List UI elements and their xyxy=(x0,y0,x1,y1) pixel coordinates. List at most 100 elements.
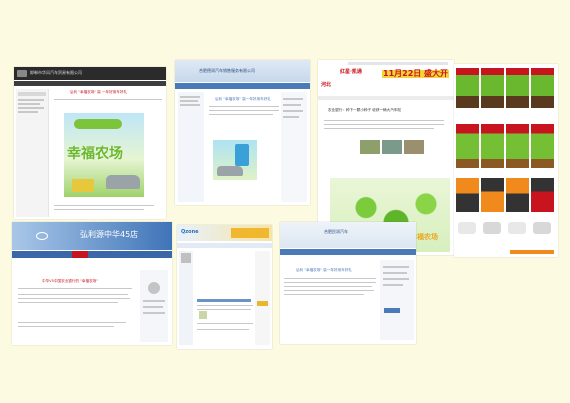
sidebar-line[interactable] xyxy=(283,98,303,100)
screenshot-qzone-page: Qzone xyxy=(177,225,272,349)
dealer-name: 弘利源中华45店 xyxy=(80,230,139,239)
app-screen xyxy=(481,68,504,108)
brand-logo xyxy=(36,232,48,240)
sidebar-line[interactable] xyxy=(18,99,44,101)
sidebar-line[interactable] xyxy=(283,104,301,106)
article-text xyxy=(324,124,444,125)
app-screen xyxy=(456,68,479,108)
article-text xyxy=(284,278,376,279)
article-text xyxy=(284,282,376,283)
sidebar-line[interactable] xyxy=(180,96,200,98)
thumbnail[interactable] xyxy=(382,140,402,154)
sidebar xyxy=(179,251,193,345)
thumbnail[interactable] xyxy=(404,140,424,154)
article-text xyxy=(284,286,372,287)
post-text xyxy=(197,329,249,330)
sidebar-line[interactable] xyxy=(18,107,44,109)
article-text xyxy=(18,298,130,299)
article-text xyxy=(284,294,364,295)
sidebar-line[interactable] xyxy=(18,103,40,105)
article-text xyxy=(18,326,114,327)
sidebar-line[interactable] xyxy=(18,111,38,113)
sidebar-line[interactable] xyxy=(143,306,163,308)
sidebar-line[interactable] xyxy=(180,104,200,106)
screenshot-dealer-site-3: 弘利源中华45店 中华V5中国农业银行的 "幸福农场" xyxy=(12,222,172,345)
card-image xyxy=(72,179,94,192)
nav-bar[interactable] xyxy=(280,249,416,255)
qzone-logo: Qzone xyxy=(181,229,199,235)
app-screen xyxy=(456,124,479,168)
nav-bar[interactable] xyxy=(175,83,310,89)
nav-bar[interactable] xyxy=(177,243,272,248)
promo-banner xyxy=(506,178,529,212)
article-text xyxy=(209,106,279,107)
brand-logo: 红星·凯通 xyxy=(340,69,362,75)
app-screen xyxy=(531,68,554,108)
sidebar-line[interactable] xyxy=(383,272,407,274)
screenshot-dealer-site-1: 邯郸市华风汽车贸易有限公司 弘利 "幸福农场" 赢 一年好用车好礼 幸福农场 xyxy=(14,67,166,219)
app-screen xyxy=(481,124,504,168)
post-image xyxy=(199,311,207,319)
article-text xyxy=(18,302,118,303)
app-screen xyxy=(506,68,529,108)
article-text xyxy=(324,120,444,121)
car-image xyxy=(106,175,140,189)
car-image xyxy=(217,166,243,176)
site-name: 邯郸市华风汽车贸易有限公司 xyxy=(30,70,82,75)
screenshot-mobile-app-grid xyxy=(454,64,558,257)
post-text xyxy=(197,309,251,310)
car-image xyxy=(508,222,526,234)
article-text xyxy=(18,322,126,323)
sidebar-line[interactable] xyxy=(180,100,198,102)
sidebar-line[interactable] xyxy=(383,284,403,286)
article-text xyxy=(54,209,144,210)
article-headline: 农业银行：种下一颗小种子 收获一辆大汽车啦 xyxy=(328,108,402,112)
app-screen xyxy=(506,124,529,168)
post-title-bar xyxy=(197,299,251,302)
sidebar-line[interactable] xyxy=(143,300,165,302)
promo-banner xyxy=(531,178,554,212)
banner-title: 幸福农场 xyxy=(67,146,123,162)
nav-bar[interactable] xyxy=(12,251,172,258)
nav-bar[interactable] xyxy=(14,81,166,86)
article-headline: 弘利 "幸福农场" 赢一年好用车好礼 xyxy=(215,97,271,101)
article-headline: 弘利 "幸福农场" 赢 一年好用车好礼 xyxy=(70,90,128,94)
nav-active-tab[interactable] xyxy=(72,251,88,258)
top-links[interactable] xyxy=(348,62,448,65)
sidebar-line[interactable] xyxy=(383,278,409,280)
site-name: 合肥德润汽车销售服务有限公司 xyxy=(199,68,255,73)
post-text xyxy=(197,305,253,306)
post-text xyxy=(197,323,253,324)
promo-banner xyxy=(456,178,479,212)
collage-canvas: { "shot1": { "site_name": "邯郸市华风汽车贸易有限公司… xyxy=(0,0,570,403)
site-name: 合肥民润汽车 xyxy=(324,229,348,234)
screenshot-dealer-site-2: 合肥德润汽车销售服务有限公司 弘利 "幸福农场" 赢一年好用车好礼 xyxy=(175,60,310,205)
header-promo xyxy=(231,228,269,238)
article-text xyxy=(18,294,128,295)
paper-logo: 河北 xyxy=(321,82,332,88)
footer-link[interactable] xyxy=(510,250,554,254)
right-column xyxy=(255,251,270,345)
article-text xyxy=(209,110,279,111)
thumbnail[interactable] xyxy=(360,140,380,154)
site-header xyxy=(280,222,416,248)
article-text xyxy=(284,290,374,291)
share-button[interactable] xyxy=(257,301,268,306)
sidebar-line[interactable] xyxy=(283,110,303,112)
avatar xyxy=(181,253,191,263)
site-logo xyxy=(17,70,27,77)
right-column xyxy=(281,92,307,202)
sidebar-heading xyxy=(18,92,46,96)
banner-text: 11月22日 盛大开 xyxy=(382,69,450,78)
sidebar-line[interactable] xyxy=(283,116,299,118)
app-screen xyxy=(531,124,554,168)
article-text xyxy=(209,114,273,115)
nav-bar[interactable] xyxy=(318,96,454,100)
sidebar-button[interactable] xyxy=(384,308,400,313)
sidebar-line[interactable] xyxy=(143,312,165,314)
sidebar-line[interactable] xyxy=(383,266,409,268)
article-headline: 中华V5中国农业银行的 "幸福农场" xyxy=(42,279,98,283)
article-headline: 弘利 "幸福农场" 赢一年好用车好礼 xyxy=(296,268,352,272)
car-image xyxy=(483,222,501,234)
phone-image xyxy=(235,144,249,166)
